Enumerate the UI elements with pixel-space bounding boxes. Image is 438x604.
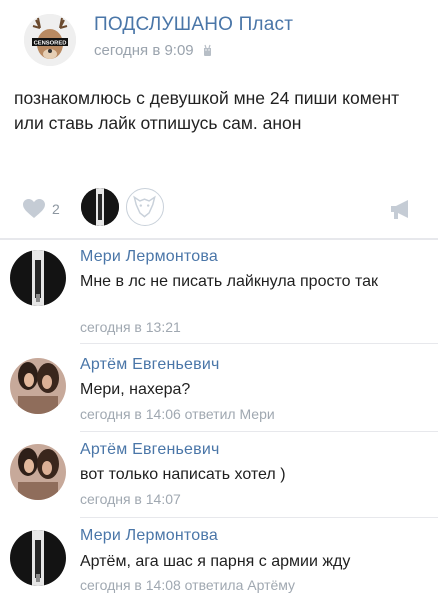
commenter-avatar[interactable] <box>10 358 66 414</box>
phone-icon <box>202 44 213 58</box>
like-count: 2 <box>52 200 60 217</box>
comment-text: Мери, нахера? <box>80 381 191 398</box>
liker-avatar[interactable] <box>126 188 164 226</box>
comment-item: Артём Евгеньевич вот только написать хот… <box>0 432 438 516</box>
commenter-avatar[interactable] <box>10 250 66 306</box>
comment-text: Мне в лс не писать лайкнула просто так <box>80 273 379 290</box>
comment-item: Мери Лермонтова Артём, ага шас я парня с… <box>0 518 438 604</box>
post-time-row: сегодня в 9:09 <box>94 42 213 59</box>
comment-item: Мери Лермонтова Мне в лс не писать лайкн… <box>0 240 438 335</box>
comment-meta: сегодня в 14:06 ответил Мери <box>80 406 275 422</box>
comment-author[interactable]: Мери Лермонтова <box>80 527 218 545</box>
group-name-link[interactable]: ПОДСЛУШАНО Пласт <box>94 14 293 36</box>
heart-icon <box>23 199 45 218</box>
comment-author[interactable]: Артём Евгеньевич <box>80 356 220 374</box>
comment-item: Артём Евгеньевич Мери, нахера? сегодня в… <box>0 344 438 430</box>
commenter-avatar[interactable] <box>10 530 66 586</box>
commenter-avatar[interactable] <box>10 444 66 500</box>
censored-label: CENSORED <box>34 41 67 47</box>
comment-text: Артём, ага шас я парня с армии жду <box>80 553 351 570</box>
megaphone-icon <box>391 200 408 219</box>
like-button[interactable]: 2 <box>22 198 60 219</box>
comment-author[interactable]: Мери Лермонтова <box>80 248 218 266</box>
post-text: познакомлюсь с девушкой мне 24 пиши коме… <box>14 88 400 133</box>
comment-meta: сегодня в 14:07 <box>80 491 181 507</box>
post-time: сегодня в 9:09 <box>94 42 194 59</box>
post-header: CENSORED ПОДСЛУШАНО Пласт сегодня в 9:09 <box>0 0 438 76</box>
deer-logo-icon: CENSORED <box>24 14 76 66</box>
post-actions: 2 <box>0 180 438 236</box>
group-avatar[interactable]: CENSORED <box>24 14 76 66</box>
comment-meta: сегодня в 13:21 <box>80 319 181 335</box>
share-button[interactable] <box>388 198 414 225</box>
comment-author[interactable]: Артём Евгеньевич <box>80 441 220 459</box>
comment-text: вот только написать хотел ) <box>80 466 286 483</box>
comment-meta: сегодня в 14:08 ответила Артёму <box>80 577 296 593</box>
liker-avatar[interactable] <box>81 188 119 226</box>
